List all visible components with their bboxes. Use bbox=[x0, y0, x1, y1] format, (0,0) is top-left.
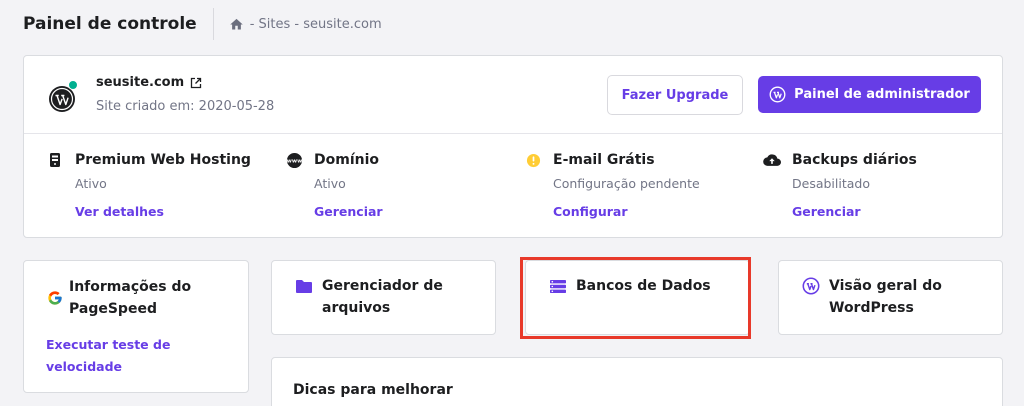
service-hosting: Premium Web Hosting Ativo Ver detalhes bbox=[46, 150, 266, 219]
pagespeed-title: Informações do PageSpeed bbox=[69, 279, 192, 317]
file-manager-card[interactable]: Gerenciador de arquivos bbox=[271, 260, 496, 335]
service-backups: Backups diários Desabilitado Gerenciar bbox=[763, 150, 983, 219]
tips-title: Dicas para melhorar bbox=[293, 382, 453, 398]
home-icon[interactable] bbox=[229, 17, 244, 32]
service-link[interactable]: Gerenciar bbox=[314, 204, 505, 219]
service-title: Domínio bbox=[314, 152, 380, 168]
service-status: Desabilitado bbox=[792, 176, 870, 191]
status-online-icon bbox=[68, 80, 78, 90]
svg-text:www: www bbox=[286, 158, 302, 164]
site-created-date: Site criado em: 2020-05-28 bbox=[96, 99, 275, 114]
service-title: E-mail Grátis bbox=[553, 152, 655, 168]
site-name[interactable]: seusite.com bbox=[96, 75, 202, 90]
service-domain: www Domínio Ativo Gerenciar bbox=[285, 150, 505, 219]
wordpress-overview-card[interactable]: Visão geral do WordPress bbox=[778, 260, 1003, 335]
site-card: seusite.com Site criado em: 2020-05-28 F… bbox=[23, 55, 1003, 238]
folder-icon bbox=[295, 277, 313, 295]
service-email: E-mail Grátis Configuração pendente Conf… bbox=[524, 150, 744, 219]
google-icon bbox=[46, 289, 64, 307]
breadcrumb-text[interactable]: - Sites - seusite.com bbox=[250, 17, 382, 32]
admin-panel-label: Painel de administrador bbox=[794, 87, 970, 102]
service-link[interactable]: Gerenciar bbox=[792, 204, 983, 219]
site-header: seusite.com Site criado em: 2020-05-28 F… bbox=[24, 56, 1002, 134]
service-link[interactable]: Ver detalhes bbox=[75, 204, 266, 219]
speed-test-link[interactable]: Executar teste de velocidade bbox=[46, 334, 196, 378]
site-name-text[interactable]: seusite.com bbox=[96, 75, 184, 90]
wordpress-icon bbox=[802, 277, 820, 295]
wordpress-overview-title: Visão geral do WordPress bbox=[829, 278, 942, 316]
service-status: Configuração pendente bbox=[553, 176, 700, 191]
tips-card: Dicas para melhorar bbox=[271, 357, 1003, 406]
warning-dot-icon bbox=[524, 151, 542, 169]
server-icon bbox=[46, 151, 64, 169]
service-link[interactable]: Configurar bbox=[553, 204, 744, 219]
admin-panel-button[interactable]: Painel de administrador bbox=[758, 76, 981, 113]
breadcrumb: - Sites - seusite.com bbox=[229, 17, 382, 32]
service-title: Premium Web Hosting bbox=[75, 152, 251, 168]
pagespeed-card[interactable]: Informações do PageSpeed Executar teste … bbox=[23, 260, 249, 393]
highlight-box bbox=[520, 257, 751, 339]
www-icon: www bbox=[285, 151, 303, 169]
file-manager-title: Gerenciador de arquivos bbox=[322, 278, 443, 316]
top-bar: Painel de controle - Sites - seusite.com bbox=[23, 8, 382, 40]
wordpress-icon bbox=[769, 86, 786, 103]
divider bbox=[212, 8, 214, 40]
external-link-icon[interactable] bbox=[190, 77, 202, 89]
service-status: Ativo bbox=[75, 176, 107, 191]
page-title: Painel de controle bbox=[23, 14, 197, 34]
cloud-upload-icon bbox=[763, 151, 781, 169]
upgrade-button[interactable]: Fazer Upgrade bbox=[607, 75, 743, 115]
service-status: Ativo bbox=[314, 176, 346, 191]
service-title: Backups diários bbox=[792, 152, 917, 168]
